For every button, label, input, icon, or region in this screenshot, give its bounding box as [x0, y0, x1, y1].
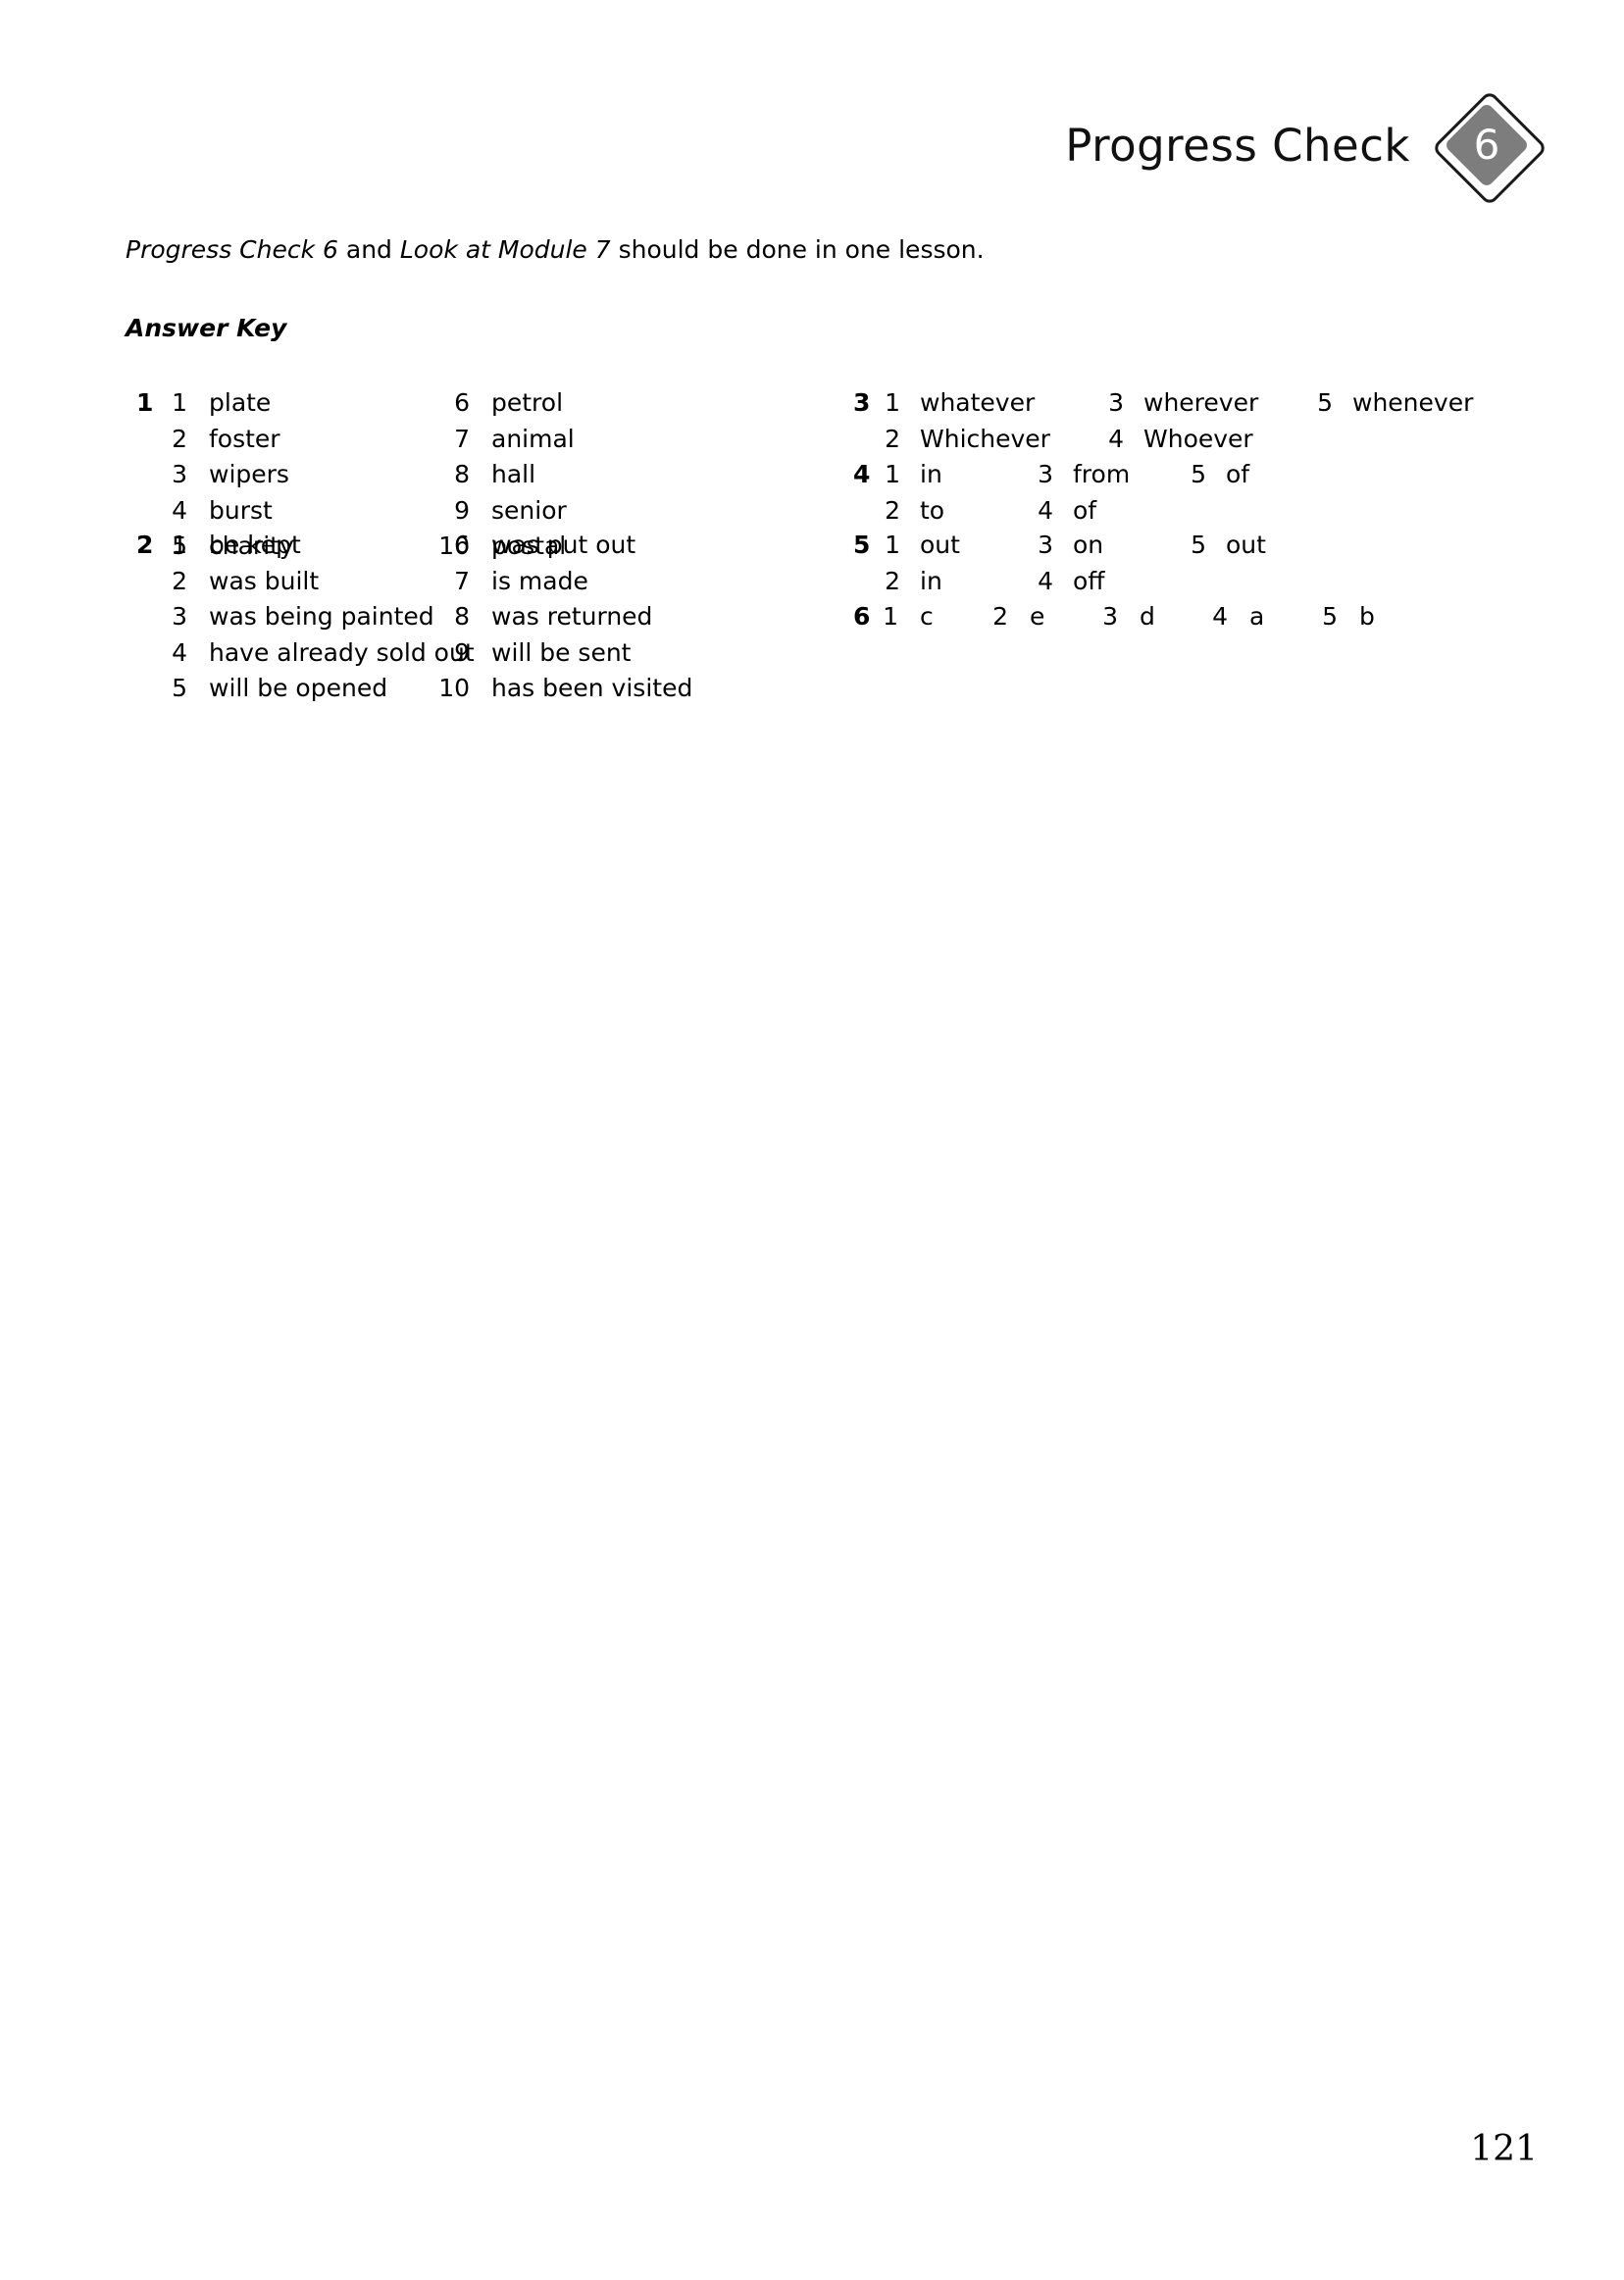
answer-row: 1 1 plate 6 petrol: [136, 385, 575, 422]
intro-note-tail: should be done in one lesson.: [610, 235, 985, 264]
answer-item: 2e: [992, 602, 1045, 631]
page-number: 121: [1470, 2129, 1538, 2169]
answer-item: 9 will be sent: [454, 637, 632, 667]
answer-item: 3 wherever: [1108, 388, 1259, 417]
exercise-number: 6: [853, 602, 871, 631]
answer-item: 5 will be opened: [172, 674, 388, 702]
answer-row: 2 4have already sold out 9will be sent: [136, 635, 692, 672]
answer-row: 2 1 be kept 6 was put out: [136, 528, 692, 564]
answer-item: 10 has been visited: [438, 674, 693, 702]
answer-item: 6 petrol: [454, 388, 564, 417]
answer-item: 1 be kept: [172, 531, 301, 559]
module-number-badge: 6: [1431, 89, 1548, 207]
exercise-block-3: 3 1whatever 3wherever 5whenever 3 2Which…: [853, 385, 1473, 457]
answer-item: 3 from: [1038, 460, 1131, 488]
answer-item: 2 foster: [172, 424, 280, 453]
exercise-number: 3: [853, 388, 871, 417]
answer-item: 3 wipers: [172, 460, 289, 488]
answer-item: 4 of: [1038, 495, 1097, 525]
answer-item: 3 was being painted: [172, 602, 434, 631]
exercise-block-6: 6 1c 2e 3d 4a 5b: [853, 599, 1432, 635]
answer-item: 1 plate: [172, 388, 272, 417]
answer-item: 4 off: [1038, 566, 1105, 595]
answer-row: 1 4burst 9senior: [136, 493, 575, 530]
answer-row: 2 3was being painted 8was returned: [136, 599, 692, 635]
answer-item: 4 burst: [172, 495, 273, 525]
answer-item: 5 out: [1191, 531, 1266, 559]
answer-item: 2 to: [885, 495, 945, 525]
answer-item: 5b: [1322, 602, 1375, 631]
answer-row: 5 2in 4off: [853, 564, 1266, 600]
answer-row: 3 1 whatever 3 wherever 5 whenever: [853, 385, 1473, 422]
exercise-number: 1: [136, 388, 154, 417]
exercise-block-2: 2 1be kept 6was put out 2 2was built 7is…: [136, 528, 692, 707]
answer-item: 8 hall: [454, 460, 536, 488]
exercise-block-5: 5 1out 3on 5out 5 2in 4off: [853, 528, 1266, 599]
answer-row: 5 1 out 3 on 5 out: [853, 528, 1266, 564]
answer-row: 6 1c 2e 3d 4a 5b: [853, 599, 1432, 635]
intro-note: Progress Check 6 and Look at Module 7 sh…: [126, 234, 985, 267]
exercise-block-4: 4 1in 3from 5of 4 2to 4of: [853, 457, 1249, 529]
answer-item: 4a: [1212, 602, 1265, 631]
intro-note-connector: and: [337, 235, 400, 264]
answer-item: 4 have already sold out: [172, 637, 475, 667]
answer-key-heading: Answer Key: [126, 314, 287, 342]
answer-item: 1 in: [885, 460, 942, 488]
answer-row: 4 2to 4of: [853, 493, 1249, 530]
answer-item: 7 is made: [454, 566, 588, 595]
answer-item: 8 was returned: [454, 602, 653, 631]
answer-item: 1 out: [885, 531, 960, 559]
answer-item: 5 whenever: [1317, 388, 1474, 417]
answer-item: 5 of: [1191, 460, 1250, 488]
answer-item: 3 on: [1038, 531, 1104, 559]
exercise-number: 2: [136, 531, 154, 559]
exercise-number: 4: [853, 460, 871, 488]
answer-row: 4 1 in 3 from 5 of: [853, 457, 1249, 493]
answer-key-page: Progress Check 6 Progress Check 6 and Lo…: [0, 0, 1624, 2280]
badge-number-label: 6: [1473, 121, 1500, 169]
answer-item: 2 was built: [172, 566, 320, 595]
answer-item: 6 was put out: [454, 531, 636, 559]
answer-row: 1 3wipers 8hall: [136, 457, 575, 493]
answer-item: 2 in: [885, 566, 942, 595]
answer-row: 2 5will be opened 10has been visited: [136, 671, 692, 707]
answer-item: 3d: [1102, 602, 1155, 631]
answer-item: 2 Whichever: [885, 424, 1050, 453]
answer-row: 2 2was built 7is made: [136, 564, 692, 600]
answer-row: 1 2foster 7animal: [136, 422, 575, 458]
exercise-number: 5: [853, 531, 871, 559]
answer-item: 7 animal: [454, 424, 575, 453]
page-header: Progress Check 6: [1065, 89, 1548, 207]
answer-item: 1c: [883, 602, 934, 631]
intro-note-reference-2: Look at Module 7: [399, 235, 611, 264]
intro-note-reference-1: Progress Check 6: [126, 235, 338, 264]
answer-item: 9 senior: [454, 495, 567, 525]
page-title: Progress Check: [1065, 119, 1410, 172]
answer-item: 1 whatever: [885, 388, 1036, 417]
answer-row: 3 2Whichever 4Whoever: [853, 422, 1473, 458]
answer-item: 4 Whoever: [1108, 424, 1253, 453]
